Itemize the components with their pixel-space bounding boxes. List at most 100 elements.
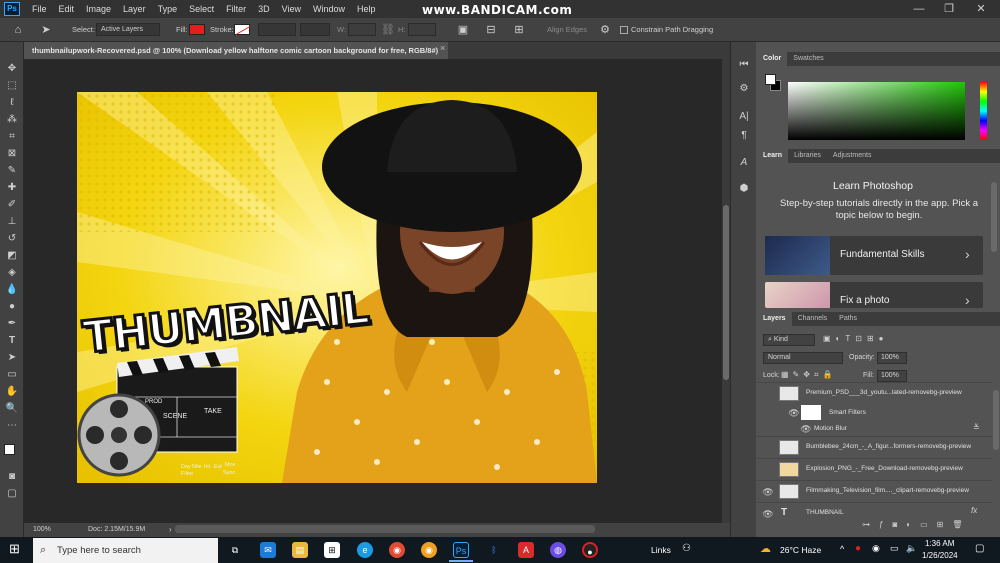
bandicam-icon[interactable]: ● — [582, 542, 598, 558]
recording-tray-icon[interactable]: ◉ — [872, 543, 880, 554]
tab-paths[interactable]: Paths — [833, 312, 863, 326]
menu-image[interactable]: Image — [80, 0, 117, 18]
chevron-up-icon[interactable]: ^ — [840, 544, 844, 554]
layer-row[interactable]: Premium_PSD___3d_youtu...lated-removebg-… — [757, 382, 992, 404]
link-icon[interactable]: ⛓ — [380, 22, 396, 38]
bluetooth-icon[interactable]: ᛒ — [486, 542, 502, 558]
paint-bucket-icon[interactable]: ◈ — [4, 266, 20, 280]
weather-text[interactable]: 26°C Haze — [780, 545, 821, 555]
rectangle-tool-icon[interactable]: ▭ — [4, 368, 20, 382]
layer-actions-icons[interactable]: ⊶ƒ◙◐▭⊞🗑 — [862, 520, 972, 529]
history-panel-icon[interactable]: ⏮ — [737, 58, 751, 72]
marquee-tool-icon[interactable]: ⬚ — [4, 79, 20, 93]
tab-learn[interactable]: Learn — [757, 149, 789, 163]
lasso-tool-icon[interactable]: ℓ — [4, 96, 20, 110]
path-operations-icon[interactable]: ▣ — [455, 22, 471, 38]
history-brush-icon[interactable]: ↺ — [4, 232, 20, 246]
mail-icon[interactable]: ✉ — [260, 542, 276, 558]
lock-icons[interactable]: ▦✎✥⌗🔒 — [781, 370, 836, 380]
quick-mask-icon[interactable]: ◙ — [4, 470, 20, 484]
menu-view[interactable]: View — [276, 0, 307, 18]
crop-tool-icon[interactable]: ⌗ — [4, 130, 20, 144]
stroke-width-field[interactable] — [258, 23, 296, 36]
fill-field[interactable]: 100% — [877, 370, 907, 382]
eye-icon[interactable]: 👁 — [762, 486, 774, 498]
taskbar-date[interactable]: 1/26/2024 — [922, 551, 958, 560]
blend-mode-dropdown[interactable]: Normal — [763, 352, 843, 364]
display-tray-icon[interactable]: ▭ — [890, 543, 899, 554]
zoom-level[interactable]: 100% — [33, 526, 51, 533]
store-icon[interactable]: ⊞ — [324, 542, 340, 558]
panel-foreground-swatch[interactable] — [765, 74, 776, 85]
menu-help[interactable]: Help — [351, 0, 382, 18]
taskbar-links[interactable]: Links — [651, 545, 671, 555]
learn-scroll-thumb[interactable] — [991, 182, 997, 252]
fill-swatch[interactable] — [189, 24, 205, 35]
file-explorer-icon[interactable]: ▤ — [292, 542, 308, 558]
menu-window[interactable]: Window — [307, 0, 351, 18]
layers-scroll-thumb[interactable] — [993, 390, 999, 450]
motion-blur-row[interactable]: 👁 Motion Blur ≚ — [757, 421, 992, 436]
document-tab[interactable]: thumbnailupwork-Recovered.psd @ 100% (Do… — [24, 42, 448, 59]
minimize-icon[interactable]: — — [908, 1, 930, 17]
dodge-tool-icon[interactable]: ● — [4, 300, 20, 314]
layer-filter-dropdown[interactable]: ⌕ Kind — [763, 334, 815, 346]
healing-brush-icon[interactable]: ✚ — [4, 181, 20, 195]
tab-channels[interactable]: Channels — [792, 312, 834, 326]
path-selection-tool-icon[interactable]: ➤ — [4, 351, 20, 365]
constrain-checkbox[interactable] — [620, 26, 628, 34]
settings-gear-icon[interactable]: ⚙ — [597, 22, 613, 38]
chat-app-icon[interactable]: ◍ — [550, 542, 566, 558]
zoom-tool-icon[interactable]: 🔍 — [4, 402, 20, 416]
move-tool-icon[interactable]: ✥ — [4, 62, 20, 76]
home-icon[interactable]: ⌂ — [10, 22, 26, 38]
properties-panel-icon[interactable]: ⚙ — [737, 82, 751, 96]
eye-icon[interactable]: 👁 — [800, 423, 812, 435]
hue-slider[interactable] — [980, 82, 987, 140]
document-canvas[interactable]: PROD SCENE TAKE Day Nite Int Ext Mos Fil… — [77, 92, 597, 483]
chrome-profile-icon[interactable]: ◉ — [421, 542, 437, 558]
opacity-field[interactable]: 100% — [877, 352, 907, 364]
record-tray-icon[interactable]: ● — [855, 543, 861, 554]
layer-row[interactable]: Explosion_PNG_-_Free_Download-removebg-p… — [757, 458, 992, 480]
path-arrangement-icon[interactable]: ⊞ — [511, 22, 527, 38]
close-icon[interactable]: ✕ — [970, 1, 992, 17]
eraser-tool-icon[interactable]: ◩ — [4, 249, 20, 263]
pen-tool-icon[interactable]: ✒ — [4, 317, 20, 331]
acrobat-icon[interactable]: A — [518, 542, 534, 558]
glyphs-panel-icon[interactable]: A — [737, 156, 751, 170]
tab-close-icon[interactable]: × — [440, 43, 445, 53]
photoshop-taskbar-icon[interactable]: Ps — [453, 542, 469, 558]
learn-card-fundamental-skills[interactable]: Fundamental Skills › — [765, 236, 983, 275]
people-icon[interactable]: ⚇ — [682, 543, 691, 554]
tab-layers[interactable]: Layers — [757, 312, 792, 326]
type-tool-icon[interactable]: T — [4, 334, 20, 348]
eye-icon[interactable]: 👁 — [762, 508, 774, 520]
more-tools-icon[interactable]: ⋯ — [4, 419, 20, 433]
tab-color[interactable]: Color — [757, 52, 788, 66]
filter-options-icon[interactable]: ≚ — [973, 423, 980, 432]
windows-start-icon[interactable]: ⊞ — [9, 542, 23, 556]
paragraph-panel-icon[interactable]: ¶ — [737, 129, 751, 143]
speaker-icon[interactable]: 🔈 — [906, 543, 917, 554]
width-field[interactable] — [348, 23, 376, 36]
menu-layer[interactable]: Layer — [117, 0, 152, 18]
align-edges-label[interactable]: Align Edges — [547, 18, 587, 42]
path-selection-icon[interactable]: ➤ — [38, 22, 54, 38]
status-arrow-icon[interactable]: › — [169, 525, 172, 534]
tab-swatches[interactable]: Swatches — [787, 52, 829, 66]
menu-type[interactable]: Type — [152, 0, 184, 18]
magic-wand-icon[interactable]: ⁂ — [4, 113, 20, 127]
color-picker-field[interactable] — [788, 82, 965, 140]
layer-row[interactable]: 👁 Filmmaking_Television_film...._clipart… — [757, 480, 992, 502]
edge-icon[interactable]: e — [357, 542, 373, 558]
menu-file[interactable]: File — [26, 0, 53, 18]
layer-row[interactable]: Bumblebee_24cm_-_A_figur...formers-remov… — [757, 436, 992, 458]
horizontal-scroll-thumb[interactable] — [175, 525, 595, 533]
layer-filter-icons[interactable]: ▣◐T⊡⊞● — [823, 334, 889, 343]
chrome-icon[interactable]: ◉ — [389, 542, 405, 558]
menu-edit[interactable]: Edit — [53, 0, 81, 18]
notifications-icon[interactable]: ▢ — [975, 543, 984, 554]
menu-filter[interactable]: Filter — [220, 0, 252, 18]
tab-adjustments[interactable]: Adjustments — [827, 149, 878, 163]
